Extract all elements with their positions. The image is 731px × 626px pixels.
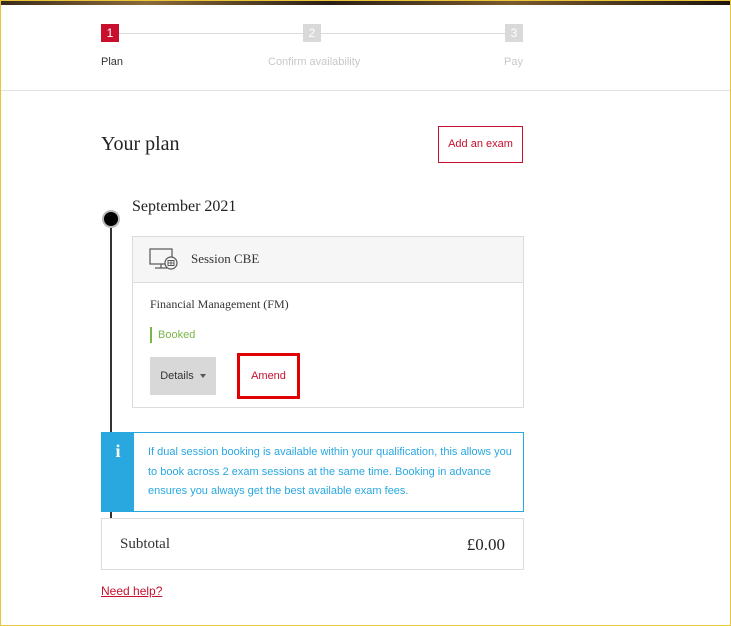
step-2-number: 2 — [303, 24, 321, 42]
details-dropdown-button[interactable]: Details — [150, 357, 216, 395]
step-3-label: Pay — [504, 56, 523, 68]
info-icon: i — [115, 441, 121, 461]
details-label: Details — [160, 370, 194, 382]
step-1-label: Plan — [101, 56, 124, 68]
exam-name: Financial Management (FM) — [150, 297, 289, 311]
step-3-number: 3 — [505, 24, 523, 42]
status-badge: Booked — [150, 327, 195, 343]
session-title: Session CBE — [191, 251, 260, 266]
caret-down-icon — [199, 374, 206, 379]
step-1-number: 1 — [101, 24, 119, 42]
info-strip: i — [102, 433, 134, 511]
progress-stepper: 1 Plan 2 Confirm availability 3 Pay — [0, 0, 731, 90]
subtotal-row: Subtotal £0.00 — [101, 518, 524, 570]
step-connector — [321, 33, 505, 34]
need-help-link[interactable]: Need help? — [101, 584, 162, 598]
computer-exam-icon — [149, 248, 179, 272]
info-banner: i If dual session booking is available w… — [101, 432, 524, 512]
session-card: Session CBE Financial Management (FM) Bo… — [132, 236, 524, 408]
page-title: Your plan — [101, 133, 180, 155]
info-text: If dual session booking is available wit… — [148, 446, 512, 497]
subtotal-label: Subtotal — [120, 536, 171, 552]
step-2-label: Confirm availability — [268, 56, 361, 68]
add-exam-button[interactable]: Add an exam — [438, 126, 523, 163]
timeline-dot — [102, 210, 120, 228]
session-header: Session CBE — [133, 237, 523, 283]
subtotal-value: £0.00 — [466, 535, 505, 554]
header-divider — [0, 90, 731, 91]
step-connector — [119, 33, 303, 34]
amend-button[interactable]: Amend — [237, 353, 300, 399]
session-month: September 2021 — [132, 198, 237, 215]
